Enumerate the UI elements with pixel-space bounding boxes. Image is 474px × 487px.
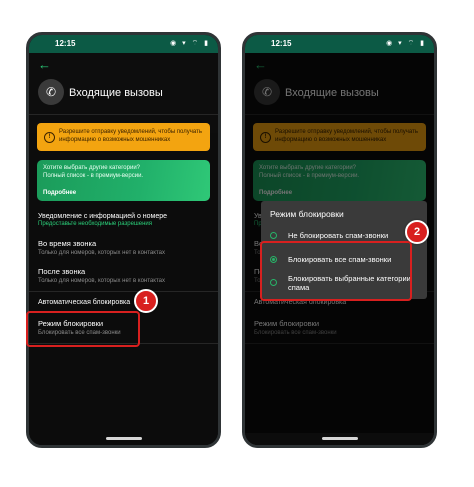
setting-after-call[interactable]: После звонка Только для номеров, которых… bbox=[38, 267, 165, 284]
option-no-block[interactable]: Не блокировать спам-звонки bbox=[270, 231, 421, 240]
premium-promo-card[interactable]: Хотите выбрать другие категории? Полный … bbox=[37, 160, 210, 201]
highlight-box-block-mode bbox=[26, 311, 140, 347]
step-badge-2: 2 bbox=[405, 220, 429, 244]
warning-icon: ! bbox=[44, 132, 55, 143]
system-nav-bar bbox=[29, 433, 218, 445]
step-badge-1: 1 bbox=[134, 289, 158, 313]
after-call-title: После звонка bbox=[38, 267, 86, 276]
highlight-box-dialog-options bbox=[260, 241, 412, 301]
divider bbox=[29, 114, 218, 115]
promo-title: Хотите выбрать другие категории? bbox=[43, 165, 141, 171]
phone-screen-left: 12:15 ◉ ▾ ⌔ ▮ ← ✆ Входящие вызовы ! Разр… bbox=[26, 32, 221, 448]
page-title: Входящие вызовы bbox=[69, 87, 163, 99]
notify-section[interactable]: Уведомление с информацией о номере Предо… bbox=[38, 213, 167, 227]
home-indicator[interactable] bbox=[105, 437, 142, 440]
status-time: 12:15 bbox=[55, 39, 76, 48]
app-header: ← ✆ Входящие вызовы bbox=[29, 53, 218, 133]
status-bar: 12:15 ◉ ▾ ⌔ ▮ bbox=[245, 35, 434, 53]
auto-block-section-title: Автоматическая блокировка bbox=[38, 299, 131, 306]
after-call-subtitle: Только для номеров, которых нет в контак… bbox=[38, 278, 165, 284]
promo-subtitle: Полный список - в премиум-версии. bbox=[43, 173, 144, 179]
system-nav-bar bbox=[245, 433, 434, 445]
notify-section-title: Уведомление с информацией о номере bbox=[38, 213, 168, 220]
during-call-subtitle: Только для номеров, которых нет в контак… bbox=[38, 250, 165, 256]
status-bar: 12:15 ◉ ▾ ⌔ ▮ bbox=[29, 35, 218, 53]
back-arrow-icon[interactable]: ← bbox=[38, 57, 51, 72]
notification-warning-text: Разрешите отправку уведомлений, чтобы по… bbox=[59, 129, 202, 143]
dialog-title: Режим блокировки bbox=[270, 209, 344, 219]
notification-warning-banner[interactable]: ! Разрешите отправку уведомлений, чтобы … bbox=[37, 123, 210, 151]
status-icons: ◉ ▾ ⌔ ▮ bbox=[386, 40, 426, 47]
home-indicator[interactable] bbox=[321, 437, 358, 440]
notify-section-subtitle: Предоставьте необходимые разрешения bbox=[38, 221, 152, 227]
setting-during-call[interactable]: Во время звонка Только для номеров, кото… bbox=[38, 239, 165, 256]
radio-unselected-icon[interactable] bbox=[270, 232, 277, 239]
divider bbox=[29, 291, 218, 292]
phone-incoming-icon: ✆ bbox=[38, 79, 64, 105]
status-time: 12:15 bbox=[271, 39, 292, 48]
status-icons: ◉ ▾ ⌔ ▮ bbox=[170, 40, 210, 47]
option-label: Не блокировать спам-звонки bbox=[288, 231, 389, 240]
promo-more-link[interactable]: Подробнее bbox=[43, 189, 76, 197]
during-call-title: Во время звонка bbox=[38, 239, 97, 248]
